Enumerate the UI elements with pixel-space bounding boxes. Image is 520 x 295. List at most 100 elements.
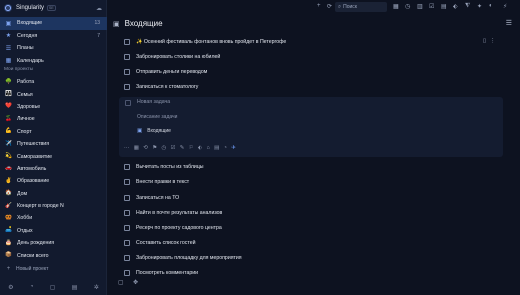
attachment-icon[interactable]: ▯ [483,38,486,44]
deadline-icon[interactable]: ⚑ [152,145,157,151]
notification-icon[interactable]: ✦ [477,3,482,10]
inbox-icon: ▣ [113,20,120,28]
task-row[interactable]: Внести правки в текст [124,177,189,187]
layout-icon[interactable]: ▥ [417,3,423,10]
sparkle-icon: 💫 [5,153,12,160]
project-item-concert[interactable]: 🎸 Концерт в городе N [0,200,107,212]
project-item-personal[interactable]: 🍒 Личное [0,113,107,125]
task-row[interactable]: Записаться на ТО [124,193,179,203]
settings-icon[interactable]: ⚙ [8,284,13,291]
sidebar-item-calendar[interactable]: ▦ Календарь [0,55,107,68]
project-item-education[interactable]: ✌️ Образование [0,175,107,187]
app-header[interactable]: Singularity SE ☁ [4,3,104,13]
airplane-icon: ✈️ [5,140,12,147]
project-item-travel[interactable]: ✈️ Путешествия [0,138,107,150]
sidebar-item-today[interactable]: ★ Сегодня 7 [0,30,107,43]
project-item-hobby[interactable]: 🥨 Хобби [0,212,107,224]
project-item-work[interactable]: 🌳 Работа [0,76,107,88]
calendar-icon[interactable]: ▦ [393,3,399,10]
calendar-icon[interactable]: ▦ [134,145,139,151]
task-row[interactable]: Ресерч по проекту садового центра [124,223,222,233]
board-view-icon[interactable]: ▢ [118,279,124,286]
note-icon[interactable]: ✎ [180,145,185,151]
tag-icon[interactable]: ⬖ [453,3,458,10]
task-checkbox[interactable] [124,240,130,246]
sidebar-item-plans[interactable]: ☰ Планы [0,42,107,55]
task-row[interactable]: Вычитать посты из таблицы [124,162,204,172]
task-checkbox[interactable] [124,179,130,185]
task-checkbox[interactable] [124,195,130,201]
theme-icon[interactable]: ◐ [489,3,493,9]
task-row[interactable]: Посмотреть комментарии [124,268,198,278]
task-checkbox[interactable] [124,210,130,216]
task-title-input[interactable]: Новая задача [137,99,170,105]
task-checkbox[interactable] [124,84,130,90]
priority-icon[interactable]: ⚐ [189,145,194,151]
sync-icon[interactable]: ⟳ [327,3,332,10]
guitar-icon: 🎸 [5,202,12,209]
sidebar-item-count: 7 [97,32,100,39]
more-icon[interactable]: ⋮ [490,38,496,44]
task-checkbox[interactable] [124,164,130,170]
new-project-button[interactable]: + Новый проект [5,266,49,272]
task-description-input[interactable]: Описание задачи [137,114,177,120]
victory-hand-icon: ✌️ [5,177,12,184]
project-item-birthday[interactable]: 🎂 День рождения [0,237,107,249]
checklist-icon[interactable]: ☑ [171,145,176,151]
task-row[interactable]: Найти в почте результаты анализов [124,208,222,218]
search-input[interactable] [343,4,384,10]
project-item-sport[interactable]: 💪 Спорт [0,126,107,138]
clock-icon[interactable]: ◷ [405,3,410,10]
project-item-rest[interactable]: 🛋️ Отдых [0,225,107,237]
add-icon[interactable]: + [317,3,321,9]
pin-icon[interactable]: ✈ [231,145,236,151]
project-item-health[interactable]: ❤️ Здоровье [0,101,107,113]
task-checkbox[interactable] [124,54,130,60]
more-icon[interactable]: ⋯ [124,145,130,151]
project-item-home[interactable]: 🏠 Дом [0,188,107,200]
task-checkbox[interactable] [124,69,130,75]
task-checkbox[interactable] [124,225,130,231]
task-checkbox[interactable] [124,255,130,261]
tag-icon[interactable]: ⬖ [198,145,202,151]
notes-icon[interactable]: ▤ [441,3,447,10]
task-row[interactable]: Записаться к стоматологу [124,82,198,92]
alarm-icon[interactable]: ◷ [161,145,166,151]
archive-icon[interactable]: ▢ [50,284,56,291]
menu-icon[interactable]: ☰ [506,19,512,27]
trash-icon[interactable]: ▤ [72,284,78,291]
gear-icon[interactable]: ✲ [94,284,99,291]
document-icon[interactable]: ▤ [214,145,219,151]
project-item-car[interactable]: 🚗 Автомобиль [0,163,107,175]
task-checkbox[interactable] [124,270,130,276]
sidebar-item-inbox[interactable]: ▣ Входящие 13 [0,17,107,30]
task-row[interactable]: Составить список гостей [124,238,196,248]
task-row[interactable]: Забронировать площадку для мероприятия [124,253,242,263]
cloud-icon[interactable]: ☁ [96,5,102,12]
plugin-icon[interactable]: ⚡ [503,3,507,10]
project-label: Работа [17,79,35,86]
attachment-icon[interactable]: ⌂ [206,145,209,151]
task-checkbox[interactable] [124,39,130,45]
project-item-family[interactable]: 👨‍👩‍👧 Семья [0,88,107,100]
project-label: Саморазвитие [17,153,53,160]
search-box[interactable]: ⌕ [335,2,387,12]
project-label: Путешествия [17,141,50,148]
time-icon[interactable]: ◔ [224,145,227,151]
project-item-self-development[interactable]: 💫 Саморазвитие [0,150,107,162]
project-item-lists[interactable]: 📦 Списки всего [0,249,107,261]
speedometer-icon[interactable]: ◔ [30,284,34,290]
filter-icon[interactable]: ⧨ [465,3,470,10]
task-row[interactable]: ✨ Осенний фестиваль фонтанов вновь пройд… [124,37,286,47]
task-checkbox[interactable] [125,100,131,106]
expand-icon[interactable]: ✥ [133,279,138,286]
editor-toolbar: ⋯ ▦ ⟲ ⚑ ◷ ☑ ✎ ⚐ ⬖ ⌂ ▤ ◔ ✈ [124,145,236,151]
task-row[interactable]: Отправить деньги переводом [124,67,207,77]
project-selector[interactable]: ▣ Входящие [137,128,171,134]
checklist-icon[interactable]: ☑ [429,3,434,10]
repeat-icon[interactable]: ⟲ [143,145,148,151]
sidebar-item-label: Входящие [17,20,43,27]
project-label: Семья [17,91,33,98]
star-icon: ★ [5,33,12,40]
task-row[interactable]: Забронировать столики на юбилей [124,52,220,62]
